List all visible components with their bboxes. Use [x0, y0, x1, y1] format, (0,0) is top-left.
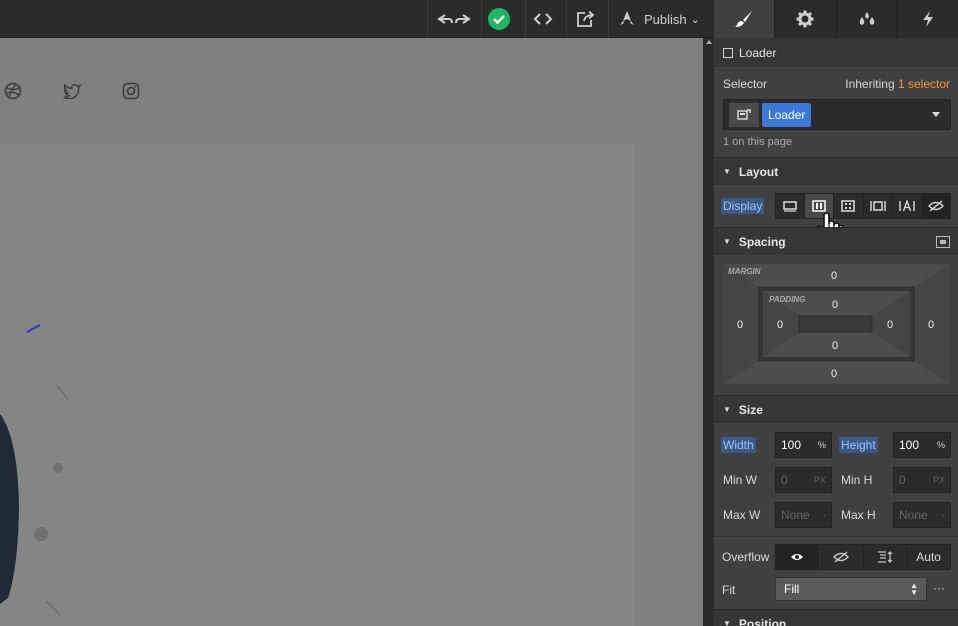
padding-right[interactable]: 0 [887, 319, 893, 331]
display-options [775, 193, 951, 219]
gear-icon[interactable] [774, 0, 835, 38]
select-arrows-icon: ▲ ▼ [910, 581, 918, 597]
padding-top[interactable]: 0 [832, 299, 838, 311]
none-icon[interactable] [921, 194, 951, 218]
export-icon[interactable] [568, 0, 604, 38]
size-divider [714, 536, 958, 537]
width-label: Width [721, 437, 756, 453]
overflow-options: Auto [775, 544, 951, 570]
fit-label: Fit [722, 583, 736, 597]
drops-icon[interactable] [835, 0, 897, 38]
lightning-icon[interactable] [896, 0, 958, 38]
spacing-box: MARGIN PADDING 0 0 0 0 0 0 0 0 [723, 264, 950, 384]
margin-right[interactable]: 0 [928, 319, 934, 331]
spacing-reset-icon[interactable] [936, 236, 950, 248]
code-icon[interactable] [526, 0, 560, 38]
rocket-icon [618, 10, 636, 28]
element-name: Loader [739, 45, 777, 60]
min-height-label: Min H [841, 473, 873, 487]
padding-left[interactable]: 0 [777, 319, 783, 331]
publish-button[interactable]: Publish ⌄ [612, 0, 708, 38]
overflow-label: Overflow [722, 550, 770, 564]
publish-label: Publish [644, 11, 687, 27]
decorative-shapes [0, 324, 69, 616]
chevron-down-icon[interactable] [932, 112, 940, 117]
selector-label: Selector [723, 77, 768, 91]
more-options-icon[interactable]: ··· [933, 581, 945, 595]
margin-bottom[interactable]: 0 [831, 368, 837, 380]
inheriting-prefix: Inheriting [845, 77, 895, 91]
block-icon[interactable] [776, 194, 806, 218]
scroll-icon[interactable] [864, 545, 908, 569]
selector-tag[interactable]: Loader [762, 103, 812, 127]
caret-down-icon: ▼ [723, 237, 731, 246]
min-width-field[interactable]: 0 PX [775, 467, 832, 493]
height-label: Height [839, 437, 878, 453]
spacing-bevels [723, 264, 950, 384]
margin-top[interactable]: 0 [831, 270, 837, 282]
design-canvas[interactable] [0, 38, 703, 626]
on-page-count: 1 on this page [723, 136, 793, 148]
hidden-icon[interactable] [820, 545, 864, 569]
element-icon [723, 47, 733, 58]
fit-select[interactable]: Fill ▲ ▼ [775, 577, 927, 601]
visible-icon[interactable] [776, 545, 820, 569]
selector-row: Selector Inheriting 1 selector [714, 74, 958, 94]
spacing-section-header[interactable]: ▼ Spacing [714, 227, 958, 255]
inheriting-info: Inheriting 1 selector [845, 77, 950, 91]
caret-down-icon: ▼ [723, 167, 731, 176]
chevron-down-icon: ⌄ [690, 13, 700, 26]
inline-block-icon[interactable] [864, 194, 893, 218]
caret-down-icon: ▼ [723, 405, 731, 414]
height-field[interactable]: 100 % [893, 432, 951, 458]
max-height-label: Max H [841, 508, 876, 522]
max-width-field[interactable]: None - [775, 502, 832, 528]
max-width-label: Max W [723, 508, 761, 522]
undo-redo-icon[interactable] [432, 0, 476, 38]
overflow-auto-option[interactable]: Auto [907, 545, 950, 569]
selector-field[interactable]: Loader [723, 99, 951, 130]
instagram-icon[interactable] [121, 81, 141, 101]
display-label: Display [721, 198, 765, 214]
padding-bottom[interactable]: 0 [832, 340, 838, 352]
min-width-label: Min W [723, 473, 757, 487]
panel-tabs [714, 0, 958, 38]
margin-left[interactable]: 0 [737, 319, 743, 331]
padding-label: PADDING [769, 295, 806, 304]
selector-edit-icon[interactable] [729, 103, 759, 127]
brush-icon[interactable] [714, 0, 775, 38]
caret-down-icon: ▼ [723, 619, 731, 626]
layout-section-header[interactable]: ▼ Layout [714, 157, 958, 185]
element-header: Loader [714, 38, 958, 67]
check-circle-icon[interactable] [484, 0, 514, 38]
width-field[interactable]: 100 % [775, 432, 832, 458]
min-height-field[interactable]: 0 PX [893, 467, 951, 493]
max-height-field[interactable]: None - [893, 502, 951, 528]
top-toolbar: Publish ⌄ [0, 0, 714, 38]
inheriting-link[interactable]: 1 selector [898, 77, 950, 91]
margin-label: MARGIN [728, 267, 761, 276]
size-section-header[interactable]: ▼ Size [714, 395, 958, 423]
inline-icon[interactable] [893, 194, 922, 218]
canvas-scrollbar[interactable] [703, 38, 714, 626]
style-panel: Loader Selector Inheriting 1 selector Lo… [714, 0, 958, 626]
position-section-header[interactable]: ▼ Position [714, 609, 958, 626]
